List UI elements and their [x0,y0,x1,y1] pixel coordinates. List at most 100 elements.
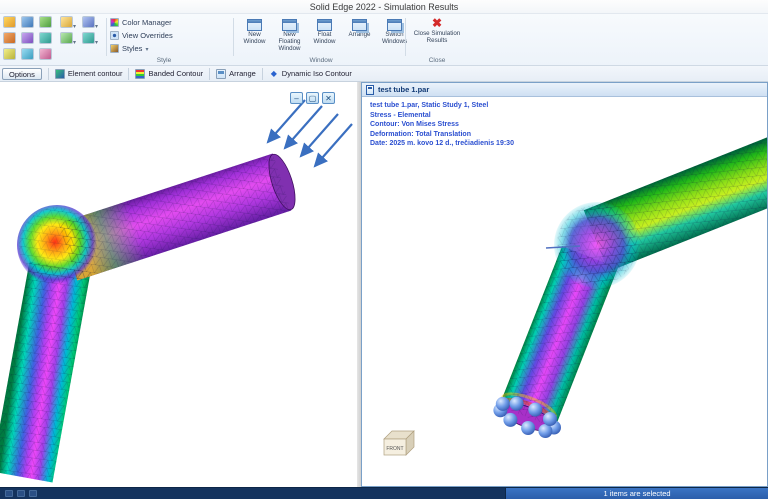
color-manager-button[interactable]: Color Manager [110,16,228,29]
left-viewport-canvas[interactable] [0,82,357,487]
study-info-line: Stress - Elemental [370,111,431,119]
solid-edge-window: Solid Edge 2022 - Simulation Results Col… [0,0,768,499]
arrange-button[interactable]: Arrange [343,16,376,54]
study-info-line: Date: 2025 m. kovo 12 d., trečiadienis 1… [370,140,514,147]
status-icon[interactable] [5,490,13,497]
reflections-icon[interactable] [21,48,34,60]
status-icon[interactable] [17,490,25,497]
study-info-line: test tube 1.par, Static Study 1, Steel [370,102,489,109]
new-window-icon [247,19,262,31]
new-floating-window-icon [282,19,297,31]
view-orientation-cube[interactable]: FRONT [383,430,415,456]
float-window-label: Float Window [313,31,336,45]
rotate-view-icon[interactable] [60,32,73,44]
arrange-label: Arrange [348,31,371,38]
styles-icon [110,44,119,53]
float-window-icon [317,19,332,31]
style-group-label: Style [156,57,172,64]
styles-label: Styles [122,44,143,53]
view-overrides-button[interactable]: View Overrides [110,29,228,42]
icon-with-drop [60,16,81,31]
named-views-icon[interactable] [60,16,73,28]
new-window-label: New Window [243,31,266,45]
style-group: Color Manager View Overrides Styles [110,16,228,55]
window-group-label: Window [309,57,333,64]
icon-with-drop [82,32,103,47]
document-icon [366,84,374,95]
view-overrides-icon [110,31,119,40]
status-icon[interactable] [29,490,37,497]
close-group-label: Close [428,57,446,64]
close-simulation-results-label: Close Simulation Results [413,30,461,44]
fit-view-icon[interactable] [82,32,95,44]
chevron-down-icon [145,44,148,53]
shading-icon[interactable] [21,16,34,28]
arrange-toolbar-button[interactable]: Arrange [216,68,256,79]
study-info-line: Deformation: Total Translation [370,130,471,138]
zoom-tools-icon[interactable] [82,16,95,28]
banded-contour-icon [135,68,146,79]
element-contour-icon [54,68,65,79]
contour-toolbar: Options Element contour Banded Contour A… [0,66,768,82]
ribbon: Color Manager View Overrides Styles Styl… [0,14,768,66]
switch-windows-icon [387,19,402,31]
chevron-down-icon[interactable] [95,21,98,30]
new-window-button[interactable]: New Window [238,16,271,54]
dynamic-iso-contour-icon [269,69,279,78]
banded-contour-button[interactable]: Banded Contour [135,68,203,79]
icon-with-drop [82,16,103,31]
load-arrows [266,99,353,168]
arrange-toolbar-icon [216,68,227,79]
texture-icon[interactable] [3,48,16,60]
chevron-down-icon[interactable] [73,21,76,30]
chevron-down-icon[interactable] [95,37,98,46]
window-titlebar: Solid Edge 2022 - Simulation Results [0,0,768,14]
close-red-x-icon [432,16,442,30]
right-viewport-window[interactable]: test tube 1.par test tube 1.par, Static … [361,82,768,487]
view-cube-front-label: FRONT [386,446,403,452]
new-floating-window-button[interactable]: New Floating Window [273,16,306,54]
toolbar-separator [128,67,130,80]
ribbon-separator [106,18,107,56]
ribbon-mini-cluster-1 [3,16,56,63]
viewport-close-icon[interactable]: ✕ [322,92,335,104]
dynamic-iso-contour-label: Dynamic Iso Contour [281,69,352,78]
perspective-icon[interactable] [21,32,34,44]
render-mode-icon[interactable] [3,32,16,44]
window-title: Solid Edge 2022 - Simulation Results [309,2,459,12]
visible-edges-icon[interactable] [39,16,52,28]
float-window-button[interactable]: Float Window [308,16,341,54]
right-viewport-canvas[interactable]: FRONT [362,97,768,487]
switch-windows-button[interactable]: Switch Windows [378,16,411,54]
display-options-icon[interactable] [3,16,16,28]
right-window-title: test tube 1.par [378,85,430,94]
ribbon-mini-cluster-2 [60,16,103,47]
styles-button[interactable]: Styles [110,42,228,55]
window-group: New Window New Floating Window Float Win… [238,16,411,54]
selection-status: 1 items are selected [505,488,768,499]
element-contour-label: Element contour [67,69,123,78]
main-area: – ▢ ✕ test tube 1.par test tube 1.par, S… [0,82,768,487]
viewport-restore-icon[interactable]: ▢ [306,92,319,104]
close-simulation-results-button[interactable]: Close Simulation Results [408,16,466,54]
study-info-block: test tube 1.par, Static Study 1, Steel S… [370,101,514,149]
right-tube-model [499,137,767,432]
right-window-titlebar[interactable]: test tube 1.par [362,83,767,97]
view-overrides-label: View Overrides [122,31,173,40]
toolbar-separator [261,67,263,80]
left-viewport[interactable]: – ▢ ✕ [0,82,357,487]
arrange-toolbar-label: Arrange [229,69,256,78]
dynamic-iso-contour-button[interactable]: Dynamic Iso Contour [269,69,352,78]
new-floating-window-label: New Floating Window [278,31,301,52]
arrange-icon [352,19,367,31]
left-tube-model [0,153,296,483]
chevron-down-icon[interactable] [73,37,76,46]
shadows-icon[interactable] [39,48,52,60]
color-manager-icon [110,18,119,27]
viewport-minimize-icon[interactable]: – [290,92,303,104]
view-style-icon[interactable] [39,32,52,44]
element-contour-button[interactable]: Element contour [54,68,123,79]
toolbar-separator [209,67,211,80]
color-manager-label: Color Manager [122,18,172,27]
options-button[interactable]: Options [2,67,42,80]
